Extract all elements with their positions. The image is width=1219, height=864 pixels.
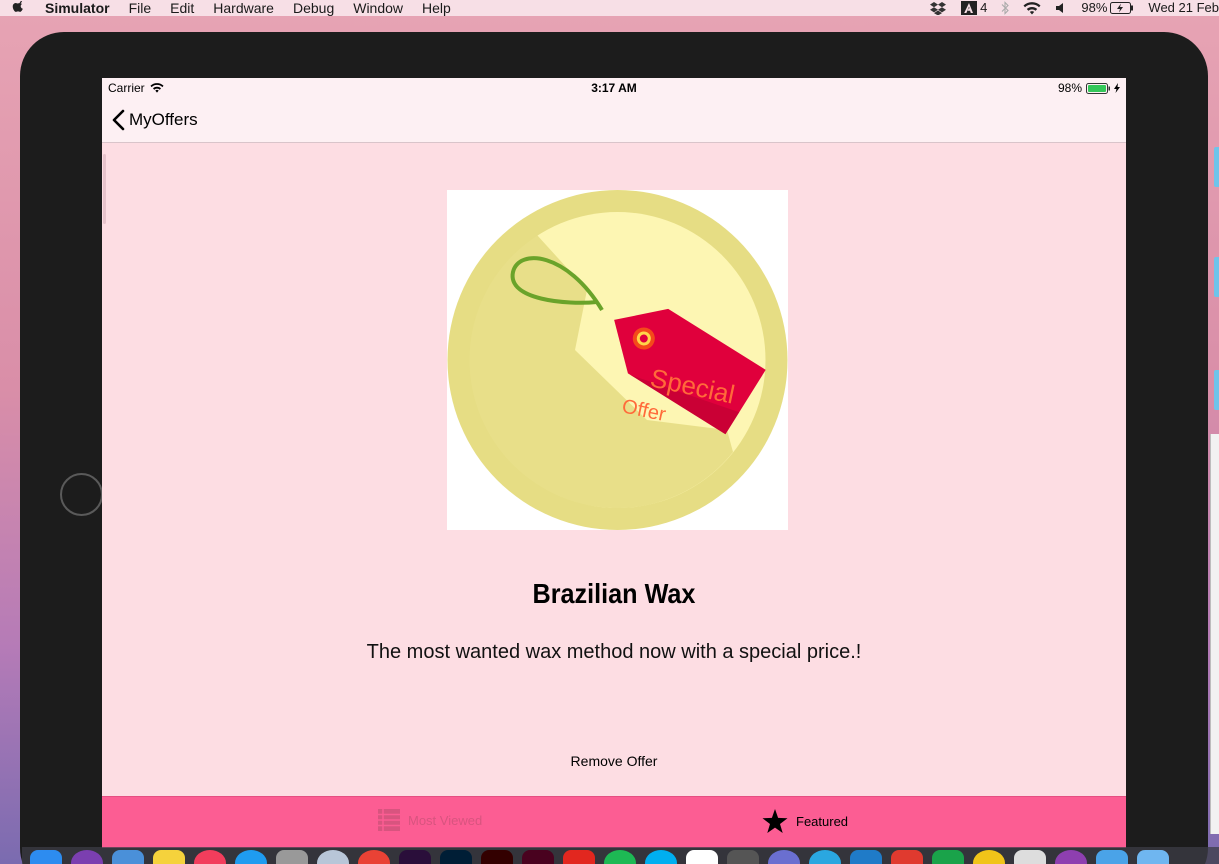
adobe-status[interactable]: 4 [961, 0, 987, 16]
chrome-icon[interactable] [358, 850, 390, 864]
status-time: 3:17 AM [591, 81, 637, 95]
battery-icon [1086, 82, 1110, 94]
app-icon[interactable] [932, 850, 964, 864]
star-icon [762, 809, 788, 833]
scroll-indicator [103, 154, 106, 224]
desktop-folder-icon[interactable] [1214, 370, 1219, 410]
notes-icon[interactable] [153, 850, 185, 864]
offer-image: Special Offer [447, 190, 788, 530]
music-icon[interactable] [194, 850, 226, 864]
tab-featured[interactable]: Featured [762, 809, 848, 834]
remove-offer-button[interactable]: Remove Offer [554, 750, 674, 772]
navigation-bar: MyOffers [102, 98, 1126, 143]
battery-percent: 98% [1081, 0, 1108, 15]
tab-bar: Most Viewed Featured [102, 796, 1126, 848]
bluetooth-icon[interactable] [1001, 1, 1010, 15]
simulator-screen: Carrier 3:17 AM 98% MyOffers Special Off… [102, 78, 1126, 848]
tab-most-viewed[interactable]: Most Viewed [378, 809, 482, 831]
app-icon[interactable] [1096, 850, 1128, 864]
menu-window[interactable]: Window [353, 0, 403, 16]
offer-title: Brazilian Wax [532, 578, 696, 609]
app-icon[interactable] [891, 850, 923, 864]
battery-status[interactable]: 98% [1081, 0, 1134, 16]
battery-charging-icon [1110, 2, 1134, 14]
tab-featured-label: Featured [796, 814, 849, 829]
home-button[interactable] [60, 473, 103, 516]
safari-icon[interactable] [317, 850, 349, 864]
menu-debug[interactable]: Debug [293, 0, 334, 16]
mail-icon[interactable] [112, 850, 144, 864]
calculator-icon[interactable] [727, 850, 759, 864]
charging-bolt-icon [1114, 83, 1120, 93]
ios-status-bar: Carrier 3:17 AM 98% [102, 78, 1126, 98]
desktop-folder-icon[interactable] [1214, 147, 1219, 187]
list-icon [378, 809, 400, 831]
apple-logo-icon[interactable] [12, 1, 26, 15]
adobe-count: 4 [980, 0, 988, 15]
illustrator-icon[interactable] [481, 850, 513, 864]
back-button-label: MyOffers [129, 110, 198, 129]
app-icon[interactable] [1055, 850, 1087, 864]
background-window-edge [1210, 434, 1219, 834]
back-button[interactable]: MyOffers [112, 106, 198, 134]
menu-file[interactable]: File [129, 0, 152, 16]
menu-status-area: 4 98% Wed 21 Feb [915, 0, 1219, 16]
status-battery-percent: 98% [1057, 81, 1082, 95]
volume-icon[interactable] [1055, 2, 1067, 14]
system-preferences-icon[interactable] [276, 850, 308, 864]
menu-hardware[interactable]: Hardware [213, 0, 274, 16]
desktop-folder-icon[interactable] [1214, 257, 1219, 297]
app-icon[interactable] [809, 850, 841, 864]
app-icon[interactable] [768, 850, 800, 864]
adobe-icon [961, 1, 978, 15]
tab-most-viewed-label: Most Viewed [408, 812, 483, 828]
menu-help[interactable]: Help [422, 0, 451, 16]
indesign-icon[interactable] [522, 850, 554, 864]
dropbox-icon[interactable] [929, 1, 947, 15]
xcode-icon[interactable] [235, 850, 267, 864]
offer-description: The most wanted wax method now with a sp… [366, 641, 862, 663]
desktop-edge [1208, 32, 1219, 847]
app-icon[interactable] [1137, 850, 1169, 864]
photoshop-icon[interactable] [440, 850, 472, 864]
mac-menu-bar: Simulator File Edit Hardware Debug Windo… [0, 0, 1219, 16]
finder-icon[interactable] [30, 850, 62, 864]
app-icon[interactable] [1014, 850, 1046, 864]
app-icon[interactable] [850, 850, 882, 864]
status-battery: 98% [1058, 81, 1120, 95]
mac-dock [22, 847, 1219, 864]
skype-icon[interactable] [645, 850, 677, 864]
menu-edit[interactable]: Edit [170, 0, 194, 16]
chevron-left-icon [112, 109, 125, 131]
wifi-icon[interactable] [1023, 1, 1041, 15]
menu-simulator[interactable]: Simulator [45, 0, 110, 16]
menu-clock[interactable]: Wed 21 Feb [1148, 0, 1219, 16]
acrobat-icon[interactable] [563, 850, 595, 864]
spotify-icon[interactable] [604, 850, 636, 864]
siri-icon[interactable] [71, 850, 103, 864]
app-icon[interactable] [973, 850, 1005, 864]
calendar-icon[interactable] [686, 850, 718, 864]
premiere-icon[interactable] [399, 850, 431, 864]
